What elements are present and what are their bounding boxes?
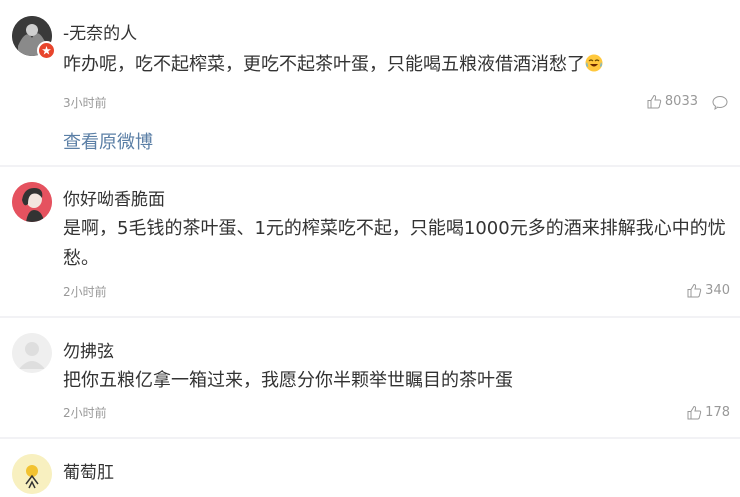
- comment-author[interactable]: 勿拂弦: [63, 337, 114, 362]
- post-text-content: 咋办呢，吃不起榨菜，更吃不起茶叶蛋，只能喝五粮液借酒消愁了: [63, 54, 585, 75]
- original-post: -无奈的人 咋办呢，吃不起榨菜，更吃不起茶叶蛋，只能喝五粮液借酒消愁了 3小时前…: [0, 0, 740, 165]
- comment-time: 2小时前: [63, 406, 107, 420]
- comment-item: 你好呦香脆面 是啊，5毛钱的茶叶蛋、1元的榨菜吃不起，只能喝1000元多的酒来排…: [0, 167, 740, 316]
- verified-badge-icon: [37, 41, 56, 60]
- comment-item: 勿拂弦 把你五粮亿拿一箱过来，我愿分你半颗举世瞩目的茶叶蛋 2小时前 178: [0, 318, 740, 437]
- comment-text: 把你五粮亿拿一箱过来，我愿分你半颗举世瞩目的茶叶蛋: [63, 370, 513, 391]
- avatar[interactable]: [12, 454, 52, 494]
- post-author[interactable]: -无奈的人: [63, 19, 137, 44]
- like-button[interactable]: 8033: [647, 94, 698, 109]
- view-original-link[interactable]: 查看原微博: [63, 128, 153, 154]
- comment-time: 2小时前: [63, 285, 107, 299]
- crying-laughing-emoji-icon: [585, 52, 603, 72]
- like-count: 178: [705, 405, 730, 420]
- comment-text: 是啊，5毛钱的茶叶蛋、1元的榨菜吃不起，只能喝1000元多的酒来排解我心中的忧愁…: [63, 218, 726, 269]
- post-time: 3小时前: [63, 96, 107, 110]
- thumbs-up-icon: [687, 283, 702, 298]
- comment-author[interactable]: 你好呦香脆面: [63, 185, 165, 210]
- like-count: 8033: [664, 94, 698, 109]
- like-count: 340: [705, 283, 730, 298]
- comment-item: 葡萄肛: [0, 439, 740, 497]
- comment-icon[interactable]: [712, 95, 728, 114]
- like-button[interactable]: 340: [687, 283, 730, 298]
- avatar[interactable]: [12, 333, 52, 373]
- thumbs-up-icon: [687, 405, 702, 420]
- avatar[interactable]: [12, 182, 52, 222]
- post-text: 咋办呢，吃不起榨菜，更吃不起茶叶蛋，只能喝五粮液借酒消愁了: [63, 50, 730, 80]
- thumbs-up-icon: [647, 94, 662, 109]
- like-button[interactable]: 178: [687, 405, 730, 420]
- comment-author[interactable]: 葡萄肛: [63, 458, 114, 483]
